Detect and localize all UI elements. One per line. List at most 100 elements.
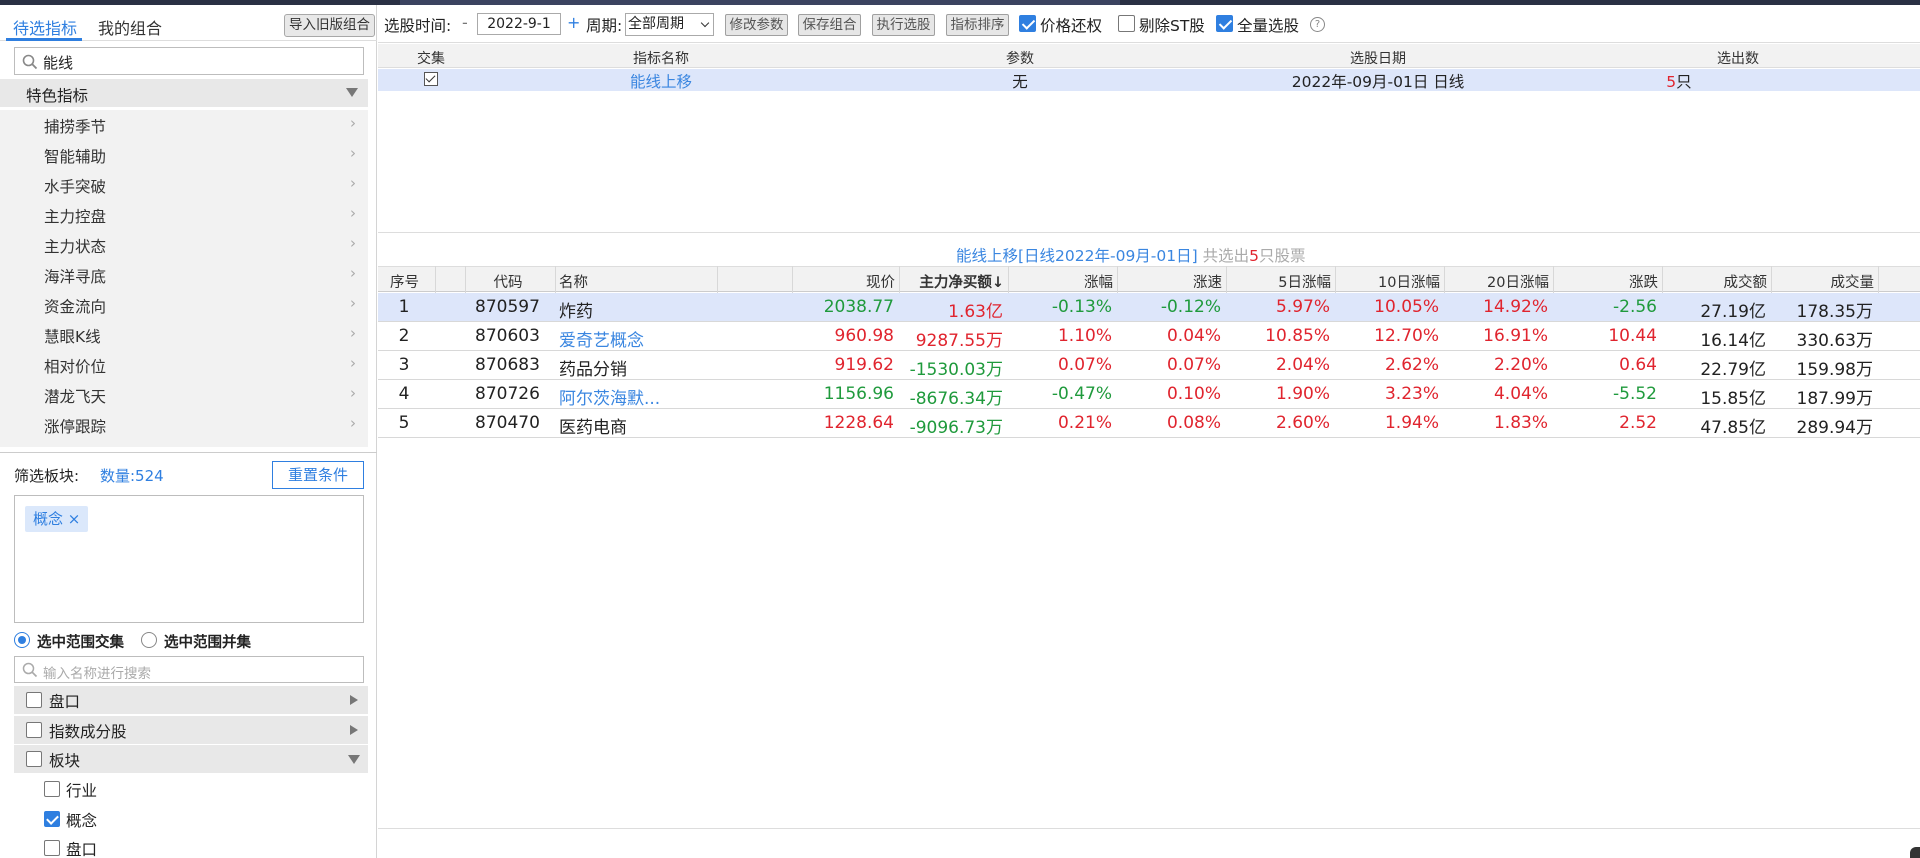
chevron-right-icon: › [350,414,356,432]
col-header[interactable]: 主力净买额↓ [899,271,1004,292]
table-row[interactable]: 1 870597 炸药 2038.77 1.63亿 -0.13% -0.12% 5.97% 10… [378,293,1920,322]
table-row[interactable]: 2 870603 爱奇艺概念 960.98 9287.55万 1.10% 0.04% 10.8… [378,322,1920,351]
modify-params-button[interactable]: 修改参数 [725,14,788,36]
checkbox-industry[interactable] [44,781,60,797]
import-old-combo-button[interactable]: 导入旧版组合 [284,14,375,37]
price-restore-label[interactable]: 价格还权 [1040,14,1102,36]
date-minus-button[interactable]: - [462,13,468,32]
col-header[interactable]: 5日涨幅 [1226,271,1331,292]
indicator-item[interactable]: 海洋寻底 › [0,260,368,290]
col-header[interactable]: 成交额 [1662,271,1768,292]
col-header[interactable]: 涨幅 [1008,271,1113,292]
search-placeholder: 输入名称进行搜索 [43,666,151,682]
tree-industry[interactable]: 行业 [14,775,368,803]
period-value: 全部周期 [628,16,684,32]
table-row[interactable]: 4 870726 阿尔茨海默... 1156.96 -8676.34万 -0.47% 0.1… [378,380,1920,409]
indicator-item[interactable]: 水手突破 › [0,170,368,200]
indicator-search-input[interactable]: 能线 [14,47,364,75]
radio-intersection[interactable] [14,632,30,648]
category-special-indicators[interactable]: 特色指标 [0,79,368,107]
cell-price: 960.98 [834,326,894,346]
tag-concept[interactable]: 概念 × [25,506,89,532]
col-header[interactable]: 现价 [792,271,895,292]
indicator-item[interactable]: 主力状态 › [0,230,368,260]
radio-union[interactable] [141,632,157,648]
collapse-triangle-icon[interactable] [348,755,360,764]
full-select-checkbox[interactable] [1216,15,1233,32]
radio-intersection-label[interactable]: 选中范围交集 [37,631,124,652]
period-select[interactable]: 全部周期 [625,13,714,36]
tree-sector[interactable]: 板块 [14,745,368,773]
cell-name[interactable]: 炸药 [555,297,712,322]
run-select-button[interactable]: 执行选股 [872,14,935,36]
col-header[interactable]: 涨跌 [1553,271,1658,292]
cell-price: 1228.64 [823,413,894,433]
col-header[interactable]: 10日涨幅 [1335,271,1440,292]
cell-name[interactable]: 阿尔茨海默... [555,384,712,409]
col-header[interactable]: 序号 [378,271,431,292]
cell-d10: 3.23% [1384,384,1439,404]
col-header[interactable]: 成交量 [1771,271,1875,292]
result-summary: 能线上移[日线2022年-09月-01日] 共选出5只股票 [956,244,1306,266]
chevron-right-icon: › [350,354,356,372]
col-header[interactable]: 20日涨幅 [1444,271,1549,292]
chevron-right-icon: › [350,294,356,312]
expand-triangle-icon[interactable] [350,695,358,705]
checkbox-index-components[interactable] [26,722,42,738]
sort-indicators-button[interactable]: 指标排序 [946,14,1009,36]
full-select-label[interactable]: 全量选股 [1237,14,1299,36]
cell-d10: 2.62% [1384,355,1439,375]
cell-price: 2038.77 [823,297,894,317]
checkbox-sector[interactable] [26,751,42,767]
expand-triangle-icon[interactable] [350,725,358,735]
cell-d5: 1.90% [1275,384,1330,404]
corner-handle[interactable] [1910,847,1920,858]
indicator-item[interactable]: 智能辅助 › [0,140,368,170]
cell-chg: 0.21% [1057,413,1112,433]
table-row[interactable]: 5 870470 医药电商 1228.64 -9096.73万 0.21% 0.08% 2.6… [378,409,1920,438]
indicator-item[interactable]: 涨停跟踪 › [0,410,368,440]
radio-union-label[interactable]: 选中范围并集 [164,631,251,652]
search-value: 能线 [43,54,74,72]
indicator-item[interactable]: 相对价位 › [0,350,368,380]
col-header[interactable]: 名称 [555,271,713,292]
indicator-item[interactable]: 资金流向 › [0,290,368,320]
cell-name[interactable]: 药品分销 [555,355,712,380]
cell-volume: 187.99万 [1796,389,1873,409]
sector-search-input[interactable]: 输入名称进行搜索 [14,656,364,683]
reset-conditions-button[interactable]: 重置条件 [272,461,364,489]
tree-pankou[interactable]: 盘口 [14,686,368,714]
indicator-row[interactable]: 能线上移 无 2022年-09月-01日 日线 5只 [378,69,1920,91]
col-header[interactable]: 代码 [465,271,551,292]
indicator-name-link[interactable]: 能线上移 [630,70,692,92]
table-row[interactable]: 3 870683 药品分销 919.62 -1530.03万 0.07% 0.07% 2.04… [378,351,1920,380]
checkbox-concept[interactable] [44,811,60,827]
cell-name[interactable]: 爱奇艺概念 [555,326,712,351]
cell-name[interactable]: 医药电商 [555,413,712,438]
checkbox-pankou-sub[interactable] [44,840,60,856]
price-restore-checkbox[interactable] [1019,15,1036,32]
exclude-st-label[interactable]: 剔除ST股 [1139,14,1205,36]
indicator-date: 2022年-09月-01日 日线 [1291,73,1465,91]
indicator-row-checkbox[interactable] [424,72,438,86]
help-icon[interactable]: ? [1310,17,1325,32]
tree-pankou-sub[interactable]: 盘口 [14,834,368,858]
exclude-st-checkbox[interactable] [1118,15,1135,32]
save-combo-button[interactable]: 保存组合 [798,14,861,36]
bottom-divider [378,828,1920,829]
tree-concept[interactable]: 概念 [14,805,368,833]
checkbox-pankou[interactable] [26,692,42,708]
select-time-label: 选股时间: [384,17,452,35]
tab-candidate-indicators[interactable]: 待选指标 [13,15,77,39]
date-plus-button[interactable]: + [567,13,580,32]
col-header[interactable]: 涨速 [1117,271,1222,292]
indicator-item[interactable]: 主力控盘 › [0,200,368,230]
tree-index-components[interactable]: 指数成分股 [14,716,368,744]
date-input[interactable]: 2022-9-1 [477,13,561,35]
col-intersection: 交集 [417,51,445,67]
tab-my-combos[interactable]: 我的组合 [98,15,162,39]
indicator-item[interactable]: 捕捞季节 › [0,110,368,140]
tree-label: 盘口 [66,841,98,858]
indicator-item[interactable]: 潜龙飞天 › [0,380,368,410]
indicator-item[interactable]: 慧眼K线 › [0,320,368,350]
